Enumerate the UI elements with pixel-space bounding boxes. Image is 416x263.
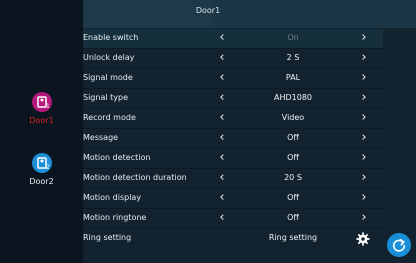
gear-icon[interactable] [356, 231, 370, 246]
setting-row-enable-switch: Enable switch ‹ On › [83, 29, 383, 49]
chevron-left-icon[interactable]: ‹ [217, 71, 227, 85]
refresh-icon [392, 238, 406, 252]
setting-label: Enable switch [83, 33, 139, 42]
page-title: Door1 [195, 6, 221, 15]
door-2-button[interactable]: 2 Door2 [0, 153, 83, 186]
setting-row-motion-detection-duration: Motion detection duration ‹ 20 S › [83, 169, 383, 189]
setting-row-message: Message ‹ Off › [83, 129, 383, 149]
svg-text:2: 2 [46, 164, 50, 171]
setting-value: Video [281, 113, 305, 122]
door-1-button[interactable]: 1 Door1 [0, 92, 83, 125]
chevron-left-icon[interactable]: ‹ [217, 51, 227, 65]
setting-value: 2 S [286, 53, 300, 62]
chevron-right-icon[interactable]: › [359, 191, 369, 205]
setting-label: Record mode [83, 113, 136, 122]
chevron-left-icon[interactable]: ‹ [217, 171, 227, 185]
setting-row-signal-mode: Signal mode ‹ PAL › [83, 69, 383, 89]
chevron-left-icon[interactable]: ‹ [217, 111, 227, 125]
setting-value: PAL [285, 73, 301, 82]
setting-row-motion-detection: Motion detection ‹ Off › [83, 149, 383, 169]
chevron-right-icon[interactable]: › [359, 131, 369, 145]
setting-value: 20 S [284, 173, 302, 182]
door-sidebar [0, 0, 83, 263]
chevron-right-icon[interactable]: › [359, 91, 369, 105]
setting-row-motion-ringtone: Motion ringtone ‹ Off › [83, 209, 383, 229]
chevron-right-icon[interactable]: › [359, 111, 369, 125]
setting-value: Ring setting [268, 233, 318, 242]
door-2-label: Door2 [29, 177, 54, 186]
setting-row-record-mode: Record mode ‹ Video › [83, 109, 383, 129]
svg-text:1: 1 [46, 103, 50, 110]
chevron-right-icon[interactable]: › [359, 211, 369, 225]
setting-value: Off [287, 213, 299, 222]
chevron-left-icon[interactable]: ‹ [217, 151, 227, 165]
chevron-left-icon[interactable]: ‹ [217, 31, 227, 45]
chevron-right-icon[interactable]: › [359, 71, 369, 85]
setting-value: On [287, 33, 299, 42]
setting-row-motion-display: Motion display ‹ Off › [83, 189, 383, 209]
chevron-left-icon[interactable]: ‹ [217, 191, 227, 205]
setting-label: Ring setting [83, 233, 132, 242]
setting-label: Motion detection [83, 153, 151, 162]
chevron-left-icon[interactable]: ‹ [217, 131, 227, 145]
chevron-left-icon[interactable]: ‹ [217, 211, 227, 225]
setting-label: Signal type [83, 93, 128, 102]
setting-value: Off [287, 133, 299, 142]
setting-label: Motion detection duration [83, 173, 187, 182]
chevron-right-icon[interactable]: › [359, 51, 369, 65]
setting-value: Off [287, 153, 299, 162]
door-bell-icon: 2 [31, 153, 52, 173]
chevron-right-icon[interactable]: › [359, 151, 369, 165]
chevron-left-icon[interactable]: ‹ [217, 91, 227, 105]
door-1-label: Door1 [29, 116, 54, 125]
setting-value: Off [287, 193, 299, 202]
setting-label: Message [83, 133, 119, 142]
setting-value: AHD1080 [273, 93, 312, 102]
setting-row-ring-setting[interactable]: Ring setting Ring setting [83, 229, 383, 249]
setting-label: Motion ringtone [83, 213, 147, 222]
setting-row-unlock-delay: Unlock delay ‹ 2 S › [83, 49, 383, 69]
door-bell-icon: 1 [31, 92, 52, 112]
chevron-right-icon[interactable]: › [359, 31, 369, 45]
refresh-button[interactable] [387, 233, 411, 257]
setting-row-signal-type: Signal type ‹ AHD1080 › [83, 89, 383, 109]
setting-label: Unlock delay [83, 53, 135, 62]
setting-label: Signal mode [83, 73, 133, 82]
setting-label: Motion display [83, 193, 142, 202]
chevron-right-icon[interactable]: › [359, 171, 369, 185]
